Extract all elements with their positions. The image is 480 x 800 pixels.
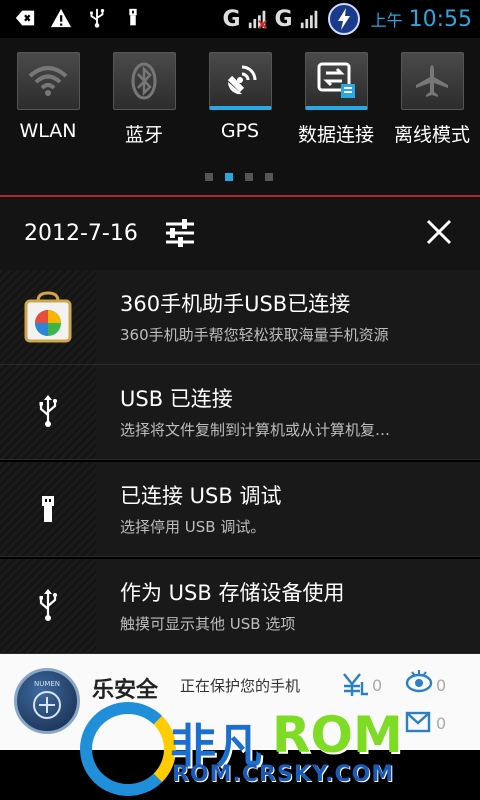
usb-icon [39,395,57,427]
notification-text: 选择停用 USB 调试。 [120,518,266,536]
toggle-label: 数据连接 [297,124,374,146]
notification-title: 已连接 USB 调试 [120,484,282,508]
notification-text: 选择将文件复制到计算机或从计算机复… [120,421,391,439]
toggle-tile[interactable] [16,52,80,110]
eye-monitor-icon [405,670,433,693]
clock: 10:55 [408,6,472,32]
notification-title: USB 已连接 [120,387,233,411]
notification-text: 触摸可显示其他 USB 选项 [120,615,296,633]
toggle-gps[interactable]: GPS [192,52,288,142]
notification-icon-cell [0,365,96,459]
toggle-bluetooth[interactable]: 蓝牙 [96,52,192,147]
data-connection-icon [317,62,355,98]
toggle-tile[interactable] [208,52,272,110]
time-ampm: 上午 [370,11,403,30]
battery-charging-icon [327,3,360,35]
usb-icon [90,8,105,28]
network-type-label: G [222,6,241,32]
bluetooth-icon [131,62,157,100]
watermark-logo [80,702,176,796]
notification-usb-storage[interactable]: 作为 USB 存储设备使用 触摸可显示其他 USB 选项 [0,559,480,654]
shield-emblem: NUMEN [33,680,61,719]
usb-debug-icon [42,496,54,522]
notification-title: 作为 USB 存储设备使用 [120,581,345,605]
notification-360-assistant[interactable]: 360手机助手USB已连接 360手机助手帮您轻松获取海量手机资源 [0,270,480,365]
traffic-count: 0 [372,676,383,695]
traffic-icon [343,673,368,696]
notification-icon-cell [0,462,96,556]
toggle-label: WLAN [19,120,77,142]
page-dot [265,173,273,181]
toggle-label: 离线模式 [393,124,470,146]
notification-text: 360手机助手帮您轻松获取海量手机资源 [120,326,389,344]
quick-settings-panel: WLAN 蓝牙 GPS 数据连接 离线模式 [0,38,480,195]
network-type-label: G [274,6,293,32]
gps-icon [227,65,257,94]
page-dot [205,173,213,181]
warning-icon [50,8,72,28]
usb-debug-icon [129,8,137,26]
notification-header: 2012-7-16 [0,197,480,273]
notification-icon-cell [0,270,96,364]
page-indicator [205,173,273,181]
signal-no-sim-icon [248,10,267,29]
360-assistant-icon [24,291,72,343]
toggle-tile[interactable] [112,52,176,110]
protection-status: 正在保护您的手机 [180,677,301,695]
page-dot [245,173,253,181]
signal-strength-icon [300,10,317,29]
close-icon[interactable] [424,217,454,247]
airplane-icon [416,65,448,97]
toggle-label: GPS [220,120,260,142]
notification-icon-cell [0,559,96,653]
notification-title: 360手机助手USB已连接 [120,292,351,316]
page-dot-active [225,173,233,181]
notification-usb-debugging[interactable]: 已连接 USB 调试 选择停用 USB 调试。 [0,462,480,557]
watermark-url: ROM.CRSKY.COM [172,762,395,787]
date-label: 2012-7-16 [24,221,138,246]
crsky-rom-watermark: 非凡 ROM ROM.CRSKY.COM [80,700,410,800]
toggle-label: 蓝牙 [124,124,163,146]
monitor-count: 0 [436,676,447,695]
toggle-tile[interactable] [400,52,464,110]
notification-usb-connected[interactable]: USB 已连接 选择将文件复制到计算机或从计算机复… [0,365,480,460]
toggle-data-connection[interactable]: 数据连接 [288,52,384,147]
blocked-count: 0 [436,714,447,733]
toggle-tile[interactable] [304,52,368,110]
security-shield-icon: NUMEN [14,668,80,734]
toggle-airplane-mode[interactable]: 离线模式 [384,52,480,147]
usb-icon [39,589,57,621]
settings-sliders-icon[interactable] [164,217,196,249]
watermark-rom-text: ROM [272,706,403,764]
back-arrow-icon [15,10,35,26]
status-bar: G G 上午 10:55 [0,0,480,38]
wifi-icon [28,66,68,96]
shield-badge-text: NUMEN [34,680,60,688]
toggle-wlan[interactable]: WLAN [0,52,96,142]
